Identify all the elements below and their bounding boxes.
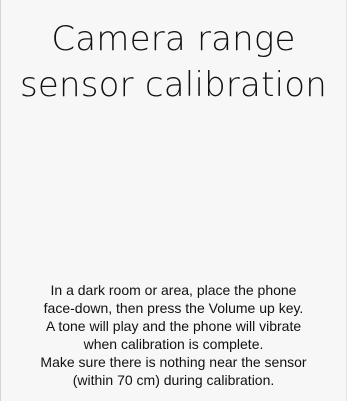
instruction-line: face-down, then press the Volume up key. (43, 300, 304, 316)
page-title: Camera range sensor calibration (19, 19, 328, 105)
instruction-line: In a dark room or area, place the phone (50, 282, 297, 298)
instruction-line: Make sure there is nothing near the sens… (40, 354, 307, 370)
calibration-screen: Camera range sensor calibration In a dar… (0, 0, 347, 401)
instructions-text: In a dark room or area, place the phone … (15, 281, 332, 389)
instruction-line: when calibration is complete. (83, 336, 264, 352)
instruction-line: A tone will play and the phone will vibr… (45, 318, 302, 334)
instruction-line: (within 70 cm) during calibration. (72, 372, 275, 388)
